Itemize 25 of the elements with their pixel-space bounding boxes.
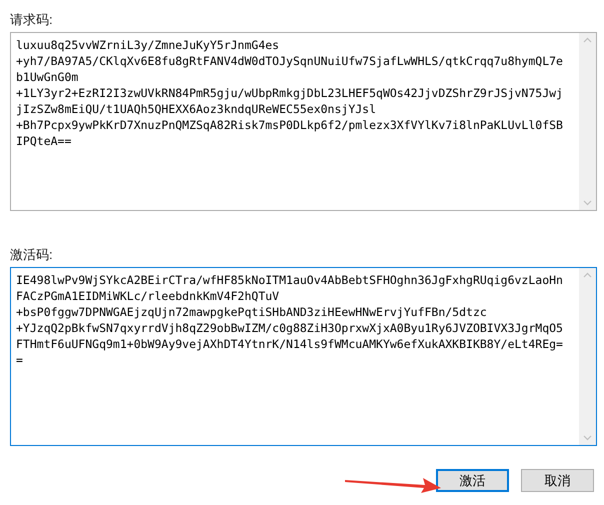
code-line: IE498lwPv9WjSYkcA2BEirCTra/wfHF85kNoITM1auOv4AbBebtSFHOghn36JgFxhgRUqig6vzLaoHn <box>16 272 563 288</box>
code-line: FTHmtF6uUFNGq9m1+0bW9Ay9vejAXhDT4YtnrK/N14ls9fWMcuAMKYw6efXukAXKBIKB8Y/eLt4REg= <box>16 336 563 352</box>
dialog-button[interactable]: 取消 <box>521 469 594 492</box>
code-line: +Bh7Pcpx9ywPkKrD7XnuzPnQMZSqA82Risk7msP0DLkp6f2/pmlezx3XfVYlKv7i8lnPaKLUvLl0fSB <box>16 117 563 133</box>
code-line: luxuu8q25vvWZrniL3y/ZmneJuKyY5rJnmG4es <box>16 37 280 53</box>
code-line: +bsP0fggw7DPNWGAEjzqUjn72mawpgkePqtiSHbAND3ziHEewHNwErvjYufFBn/5dtzc <box>16 304 487 320</box>
code-line: +1LY3yr2+EzRI2I3zwUVkRN84PmR5gju/wUbpRmkgjDbL23LHEF5qWOs42JjvDZShrZ9rJSjvN75Jwj <box>16 85 563 101</box>
dialog-button[interactable]: 激活 <box>436 469 509 492</box>
scrollbar[interactable] <box>579 33 596 210</box>
scroll-up-icon[interactable] <box>583 272 592 278</box>
code-line: IPQteA== <box>16 133 72 149</box>
code-line: FACzPGmA1EIDMiWKLc/rleebdnkKmV4F2hQTuV <box>16 288 280 304</box>
code-line: b1UwGnG0m <box>16 69 78 85</box>
field-label: 激活码: <box>10 246 53 264</box>
field-label: 请求码: <box>10 11 53 29</box>
code-text-area[interactable] <box>10 267 597 446</box>
code-line: = <box>16 352 23 368</box>
code-text-area[interactable] <box>10 32 597 211</box>
scrollbar[interactable] <box>579 268 596 445</box>
code-line: +YJzqQ2pBkfwSN7qxyrrdVjh8qZ29obBwIZM/c0g88ZiH3OprxwXjxA0Byu1Ry6JVZOBIVX3JgrMqO5 <box>16 320 563 336</box>
code-line: jIzSZw8mEiQU/t1UAQh5QHEXX6Aoz3kndqUReWEC55ex0nsjYJsl <box>16 101 376 117</box>
scroll-down-icon[interactable] <box>583 200 592 206</box>
code-line: +yh7/BA97A5/CKlqXv6E8fu8gRtFANV4dW0dTOJySqnUNuiUfw7SjafLwWHLS/qtkCrqq7u8hymQL7e <box>16 53 563 69</box>
scroll-down-icon[interactable] <box>583 435 592 441</box>
scroll-up-icon[interactable] <box>583 37 592 43</box>
